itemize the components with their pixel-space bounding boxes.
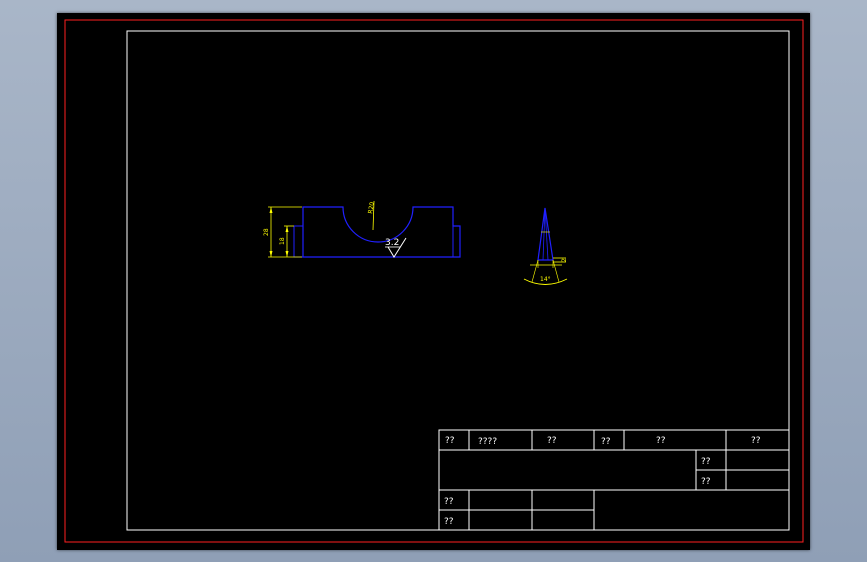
arrow-bottom [269, 251, 273, 257]
left-tab [293, 225, 304, 258]
outer-frame [64, 19, 804, 543]
inner-frame [126, 30, 790, 531]
tb-header-0: ?? [445, 436, 455, 446]
arrow-step-bottom [285, 251, 289, 257]
front-view: 3.2 R20 28 18 [263, 200, 461, 258]
small-dim-label: 2 [561, 258, 568, 262]
arrow-step-top [285, 226, 289, 232]
radius-label: R20 [367, 201, 376, 214]
angle-ext-l [531, 259, 539, 283]
tb-left-label-1: ?? [444, 517, 454, 527]
cad-drawing: 3.2 R20 28 18 2 14° ?? ???? ?? ?? ?? ?? … [64, 19, 804, 543]
angle-ext-r [552, 259, 560, 283]
part-outline [302, 206, 461, 258]
tb-header-3: ?? [601, 437, 611, 447]
tb-header-4: ?? [656, 436, 666, 446]
tb-header-2: ?? [547, 436, 557, 446]
angle-label: 14° [540, 276, 551, 283]
tb-right-label-1: ?? [701, 477, 711, 487]
height-overall-label: 28 [263, 228, 270, 236]
side-view: 2 14° [523, 207, 568, 285]
tb-header-5: ?? [751, 436, 761, 446]
tb-right-label-0: ?? [701, 457, 711, 467]
roughness-value: 3.2 [385, 238, 399, 248]
height-step-label: 18 [279, 237, 286, 245]
arrow-top [269, 207, 273, 213]
tb-header-1: ???? [478, 437, 497, 447]
tb-left-label-0: ?? [444, 497, 454, 507]
